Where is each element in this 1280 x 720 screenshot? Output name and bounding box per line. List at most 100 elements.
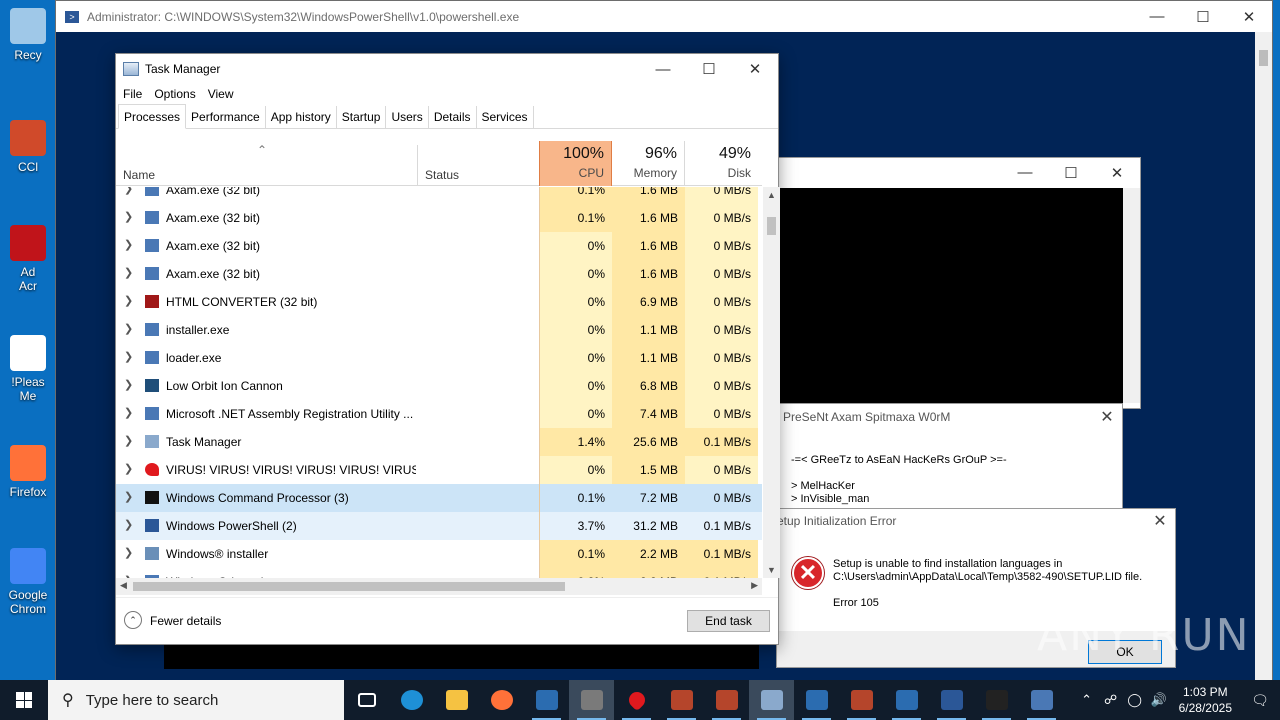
column-disk[interactable]: 49% Disk [685,141,758,186]
chevron-right-icon[interactable]: ❯ [124,518,133,531]
table-row[interactable]: ❯Windows Orientation0.2%2.2 MB0.1 MB/s [116,568,762,578]
scroll-thumb[interactable] [1259,50,1268,66]
taskbar-app-window[interactable] [524,680,569,720]
desktop-icon[interactable]: CCl [0,120,56,174]
console-output[interactable] [779,188,1124,403]
table-row[interactable]: ❯ Axam.exe (32 bit) 0.1% 1.6 MB 0 MB/s [116,187,762,204]
close-button[interactable]: ✕ [1226,2,1272,32]
task-manager-window[interactable]: Task Manager — ☐ ✕ File Options View Pro… [115,53,780,645]
chevron-right-icon[interactable]: ❯ [124,490,133,503]
taskbar-edge[interactable] [389,680,434,720]
taskbar-app-window2[interactable] [794,680,839,720]
scroll-right-icon[interactable]: ▶ [751,580,758,591]
powershell-scrollbar[interactable] [1255,32,1272,681]
minimize-button[interactable]: — [1134,2,1180,32]
network-icon[interactable]: ☍ [1099,692,1123,708]
table-row[interactable]: ❯ Windows® installer 0.1% 2.2 MB 0.1 MB/s [116,540,762,568]
close-icon[interactable]: ✕ [1145,511,1175,531]
taskbar-installer[interactable] [569,680,614,720]
task-manager-titlebar[interactable]: Task Manager — ☐ ✕ [116,54,778,84]
fewer-details-link[interactable]: Fewer details [150,614,221,628]
taskbar-task-manager[interactable] [749,680,794,720]
scroll-thumb[interactable] [133,582,565,591]
taskbar-winrar[interactable] [659,680,704,720]
taskbar-search[interactable]: ⚲ Type here to search [48,680,344,720]
scroll-left-icon[interactable]: ◀ [120,580,127,591]
chevron-up-icon[interactable]: ⌃ [124,611,142,629]
end-task-button[interactable]: End task [687,610,770,632]
column-name[interactable]: Name [123,168,155,182]
console-titlebar[interactable]: — ☐ ✕ [771,158,1140,187]
chevron-right-icon[interactable]: ❯ [124,350,133,363]
console-scrollbar[interactable] [1123,188,1140,403]
tab-startup[interactable]: Startup [337,106,387,128]
volume-icon[interactable]: 🔊 [1147,692,1171,708]
chevron-right-icon[interactable]: ❯ [124,434,133,447]
close-button[interactable]: ✕ [1094,158,1140,188]
tab-details[interactable]: Details [429,106,477,128]
taskbar-network-app[interactable] [1019,680,1064,720]
table-row[interactable]: ❯ Low Orbit Ion Cannon 0% 6.8 MB 0 MB/s [116,372,762,400]
table-row[interactable]: ❯ Windows Command Processor (3) 0.1% 7.2 MB… [116,484,762,512]
table-row[interactable]: ❯ Windows PowerShell (2) 3.7% 31.2 MB 0.1 MB… [116,512,762,540]
chevron-right-icon[interactable]: ❯ [124,546,133,559]
table-row[interactable]: ❯ Task Manager 1.4% 25.6 MB 0.1 MB/s [116,428,762,456]
minimize-button[interactable]: — [1002,158,1048,188]
clock[interactable]: 1:03 PM 6/28/2025 [1171,684,1240,716]
chevron-up-icon[interactable]: ⌃ [1075,692,1099,708]
taskbar-cmd[interactable] [974,680,1019,720]
desktop-icon[interactable]: Ad Acr [0,225,56,293]
maximize-button[interactable]: ☐ [686,54,732,84]
chevron-right-icon[interactable]: ❯ [124,462,133,475]
close-button[interactable]: ✕ [732,54,778,84]
taskbar-explorer[interactable] [434,680,479,720]
horizontal-scrollbar[interactable]: ◀ ▶ [116,578,762,595]
scroll-up-icon[interactable]: ▲ [767,190,776,200]
tab-services[interactable]: Services [477,106,534,128]
start-button[interactable] [0,680,48,720]
table-row[interactable]: ❯ Axam.exe (32 bit) 0% 1.6 MB 0 MB/s [116,232,762,260]
process-list[interactable]: ❯ Axam.exe (32 bit) 0.1% 1.6 MB 0 MB/s ❯ Axam.… [116,187,762,578]
chevron-right-icon[interactable]: ❯ [124,406,133,419]
setup-titlebar[interactable]: etup Initialization Error ✕ [777,509,1175,533]
chevron-right-icon[interactable]: ❯ [124,238,133,251]
column-cpu[interactable]: 100% CPU [539,141,612,186]
column-status[interactable]: Status [425,168,459,182]
column-memory[interactable]: 96% Memory [612,141,685,186]
tab-performance[interactable]: Performance [186,106,266,128]
taskbar-winrar2[interactable] [704,680,749,720]
menu-file[interactable]: File [123,87,142,101]
desktop-icon[interactable]: !Pleas Me [0,335,56,403]
close-icon[interactable]: ✕ [1092,407,1122,427]
minimize-button[interactable]: — [640,54,686,84]
table-row[interactable]: ❯ Axam.exe (32 bit) 0% 1.6 MB 0 MB/s [116,260,762,288]
taskbar-firefox[interactable] [479,680,524,720]
chevron-right-icon[interactable]: ❯ [124,187,133,195]
tab-app-history[interactable]: App history [266,106,337,128]
table-row[interactable]: ❯ HTML CONVERTER (32 bit) 0% 6.9 MB 0 MB/s [116,288,762,316]
table-row[interactable]: ❯ Axam.exe (32 bit) 0.1% 1.6 MB 0 MB/s [116,204,762,232]
desktop-icon[interactable]: Firefox [0,445,56,499]
table-row[interactable]: ❯ loader.exe 0% 1.1 MB 0 MB/s [116,344,762,372]
chevron-right-icon[interactable]: ❯ [124,294,133,307]
maximize-button[interactable]: ☐ [1048,158,1094,188]
taskbar-task-view[interactable] [344,680,389,720]
menu-options[interactable]: Options [154,87,195,101]
chevron-right-icon[interactable]: ❯ [124,378,133,391]
tab-processes[interactable]: Processes [118,104,187,129]
console-window[interactable]: — ☐ ✕ [770,157,1141,409]
table-row[interactable]: ❯ installer.exe 0% 1.1 MB 0 MB/s [116,316,762,344]
vertical-scrollbar[interactable]: ▲ ▼ [763,187,780,578]
desktop-icon[interactable]: Google Chrom [0,548,56,616]
notification-icon[interactable]: 🗨 [1240,692,1280,709]
taskbar-virus-heart[interactable] [614,680,659,720]
tab-users[interactable]: Users [386,106,429,128]
chevron-right-icon[interactable]: ❯ [124,266,133,279]
taskbar-powershell[interactable] [929,680,974,720]
chevron-right-icon[interactable]: ❯ [124,322,133,335]
desktop-icon[interactable]: Recy [0,8,56,62]
axam-titlebar[interactable]: PreSeNt Axam Spitmaxa W0rM ✕ [779,404,1122,430]
powershell-titlebar[interactable]: > Administrator: C:\WINDOWS\System32\Win… [56,1,1272,32]
wifi-icon[interactable]: ◯ [1123,692,1147,708]
taskbar-winrar3[interactable] [839,680,884,720]
